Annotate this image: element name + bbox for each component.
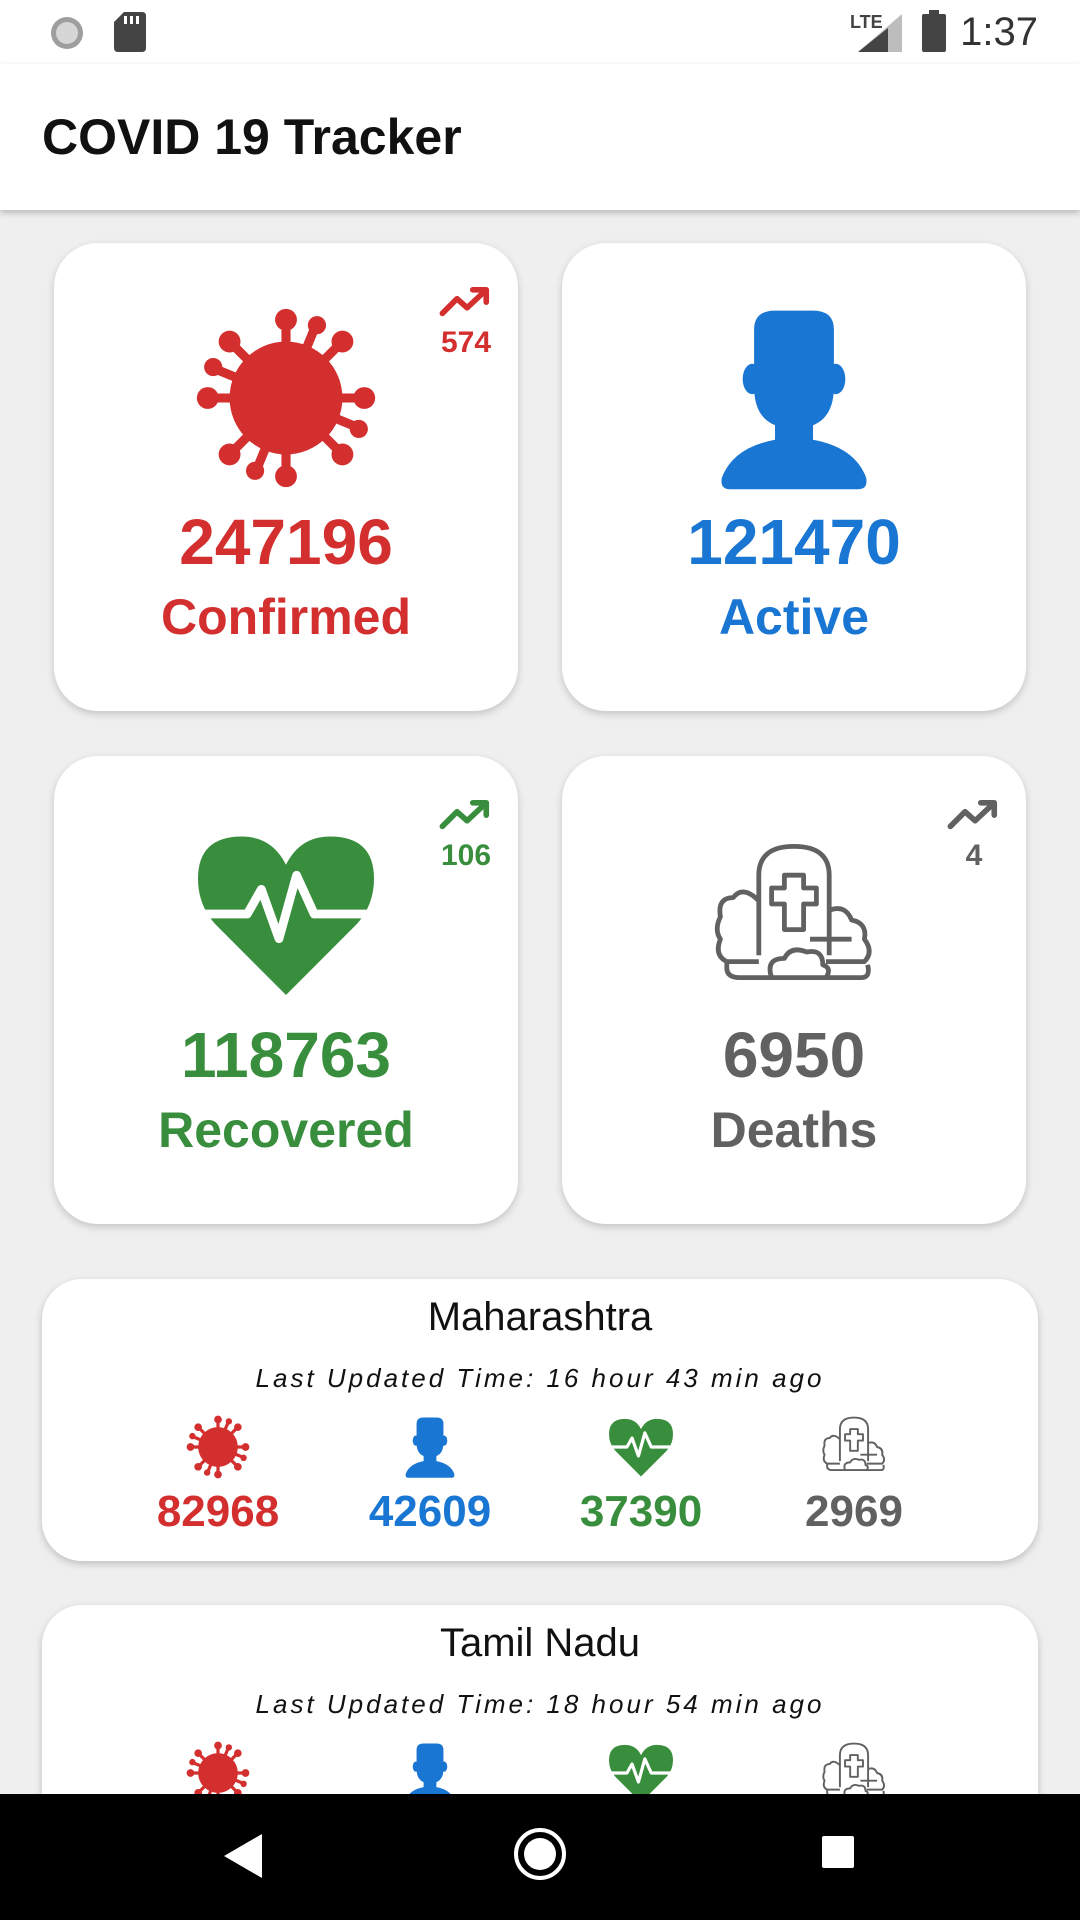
app-title: COVID 19 Tracker: [42, 109, 462, 165]
heart-pulse-icon: [191, 826, 381, 1002]
state-confirmed: 82968: [128, 1415, 308, 1537]
active-label: Active: [718, 589, 870, 645]
deaths-label: Deaths: [710, 1102, 878, 1158]
loading-circle-icon: [51, 17, 83, 49]
state-active: 42609: [340, 1415, 520, 1537]
recents-icon[interactable]: [820, 1834, 856, 1870]
state-card[interactable]: Maharashtra Last Updated Time: 16 hour 4…: [42, 1279, 1038, 1561]
deaths-count: 6950: [722, 1019, 866, 1091]
deaths-delta: 4: [965, 839, 983, 872]
battery-icon: [922, 10, 946, 52]
state-active-count: 42609: [368, 1487, 492, 1536]
virus-icon: [185, 1415, 251, 1479]
recovered-delta: 106: [440, 839, 492, 872]
confirmed-count: 247196: [179, 506, 393, 578]
state-confirmed-count: 82968: [156, 1487, 280, 1536]
sd-card-icon: [114, 12, 146, 52]
confirmed-label: Confirmed: [161, 589, 411, 645]
confirmed-trend: 574: [426, 285, 506, 360]
state-deaths-count: 2969: [805, 1487, 903, 1536]
back-icon[interactable]: [222, 1832, 264, 1880]
deaths-card[interactable]: 4 6950 Deaths: [562, 756, 1026, 1224]
state-name: Tamil Nadu: [439, 1621, 641, 1665]
screen: LTE 1:37 COVID 19 Tracker 574 247196 Con…: [0, 0, 1080, 1920]
confirmed-delta: 574: [440, 326, 492, 359]
state-last-updated: Last Updated Time: 18 hour 54 min ago: [255, 1689, 825, 1719]
active-count: 121470: [687, 506, 901, 578]
state-last-updated: Last Updated Time: 16 hour 43 min ago: [255, 1363, 825, 1393]
person-icon: [699, 303, 889, 493]
status-time: 1:37: [960, 10, 1038, 54]
person-icon: [397, 1415, 463, 1479]
state-deaths: 2969: [764, 1415, 944, 1537]
home-icon[interactable]: [512, 1826, 568, 1882]
heart-pulse-icon: [608, 1415, 674, 1479]
state-recovered-count: 37390: [579, 1487, 703, 1536]
active-card[interactable]: 121470 Active: [562, 243, 1026, 711]
trending-up-icon: [947, 798, 1001, 830]
status-bar: LTE 1:37: [0, 0, 1080, 64]
recovered-label: Recovered: [158, 1102, 414, 1158]
virus-icon: [191, 307, 381, 489]
app-bar: COVID 19 Tracker: [0, 64, 1080, 210]
recovered-card[interactable]: 106 118763 Recovered: [54, 756, 518, 1224]
signal-icon: [858, 14, 902, 52]
grave-icon: [699, 840, 889, 1000]
grave-icon: [821, 1415, 887, 1479]
confirmed-card[interactable]: 574 247196 Confirmed: [54, 243, 518, 711]
trending-up-icon: [439, 285, 493, 317]
deaths-trend: 4: [934, 798, 1014, 873]
navigation-bar: [0, 1794, 1080, 1920]
state-name: Maharashtra: [427, 1295, 653, 1339]
recovered-count: 118763: [180, 1019, 392, 1091]
trending-up-icon: [439, 798, 493, 830]
state-recovered: 37390: [551, 1415, 731, 1537]
recovered-trend: 106: [426, 798, 506, 873]
